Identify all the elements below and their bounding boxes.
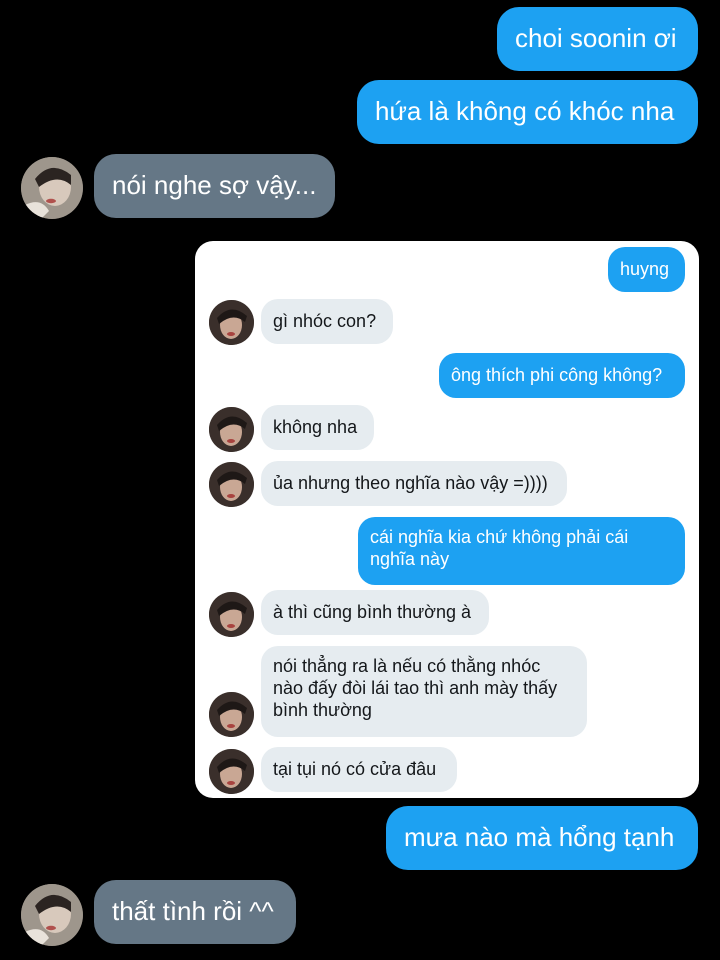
message-text: không nha <box>273 417 358 438</box>
profile-photo-icon <box>21 157 83 219</box>
message-text: gì nhóc con? <box>273 311 377 332</box>
profile-photo-icon <box>21 884 83 946</box>
embedded-message-outgoing: cái nghĩa kia chứ không phải cái nghĩa n… <box>358 517 685 585</box>
embedded-message-incoming: nói thẳng ra là nếu có thằng nhóc nào đấ… <box>261 646 587 737</box>
message-text: ủa nhưng theo nghĩa nào vậy =)))) <box>273 473 548 494</box>
message-text: nói nghe sợ vậy... <box>112 170 317 201</box>
profile-photo-icon <box>209 407 254 452</box>
avatar[interactable] <box>21 157 83 219</box>
message-text: choi soonin ơi <box>515 23 677 54</box>
avatar[interactable] <box>21 884 83 946</box>
avatar <box>209 462 254 507</box>
message-incoming-1[interactable]: nói nghe sợ vậy... <box>94 154 335 218</box>
embedded-message-incoming: ủa nhưng theo nghĩa nào vậy =)))) <box>261 461 567 506</box>
avatar <box>209 407 254 452</box>
message-text: thất tình rồi ^^ <box>112 896 274 927</box>
profile-photo-icon <box>209 692 254 737</box>
message-text: cái nghĩa kia chứ không phải cái nghĩa n… <box>370 527 629 569</box>
message-incoming-2[interactable]: thất tình rồi ^^ <box>94 880 296 944</box>
avatar <box>209 592 254 637</box>
profile-photo-icon <box>209 592 254 637</box>
embedded-message-outgoing: huyng <box>608 247 685 292</box>
message-outgoing-2[interactable]: hứa là không có khóc nha <box>357 80 698 144</box>
message-text: huyng <box>620 259 670 280</box>
embedded-message-incoming: gì nhóc con? <box>261 299 393 344</box>
embedded-chat-screenshot: huyng gì nhóc con? ông thích phi công kh… <box>195 241 699 798</box>
message-text: tại tụi nó có cửa đâu <box>273 759 437 780</box>
message-text: hứa là không có khóc nha <box>375 96 675 127</box>
profile-photo-icon <box>209 300 254 345</box>
message-text: ông thích phi công không? <box>451 365 663 386</box>
embedded-message-incoming: tại tụi nó có cửa đâu <box>261 747 457 792</box>
embedded-message-incoming: à thì cũng bình thường à <box>261 590 489 635</box>
message-text: à thì cũng bình thường à <box>273 602 471 623</box>
embedded-message-incoming: không nha <box>261 405 374 450</box>
avatar <box>209 300 254 345</box>
avatar <box>209 749 254 794</box>
message-text: nói thẳng ra là nếu có thằng nhóc nào đấ… <box>273 656 558 720</box>
message-outgoing-1[interactable]: choi soonin ơi <box>497 7 698 71</box>
message-text: mưa nào mà hổng tạnh <box>404 822 675 853</box>
embedded-message-outgoing: ông thích phi công không? <box>439 353 685 398</box>
profile-photo-icon <box>209 462 254 507</box>
profile-photo-icon <box>209 749 254 794</box>
avatar <box>209 692 254 737</box>
message-outgoing-3[interactable]: mưa nào mà hổng tạnh <box>386 806 698 870</box>
